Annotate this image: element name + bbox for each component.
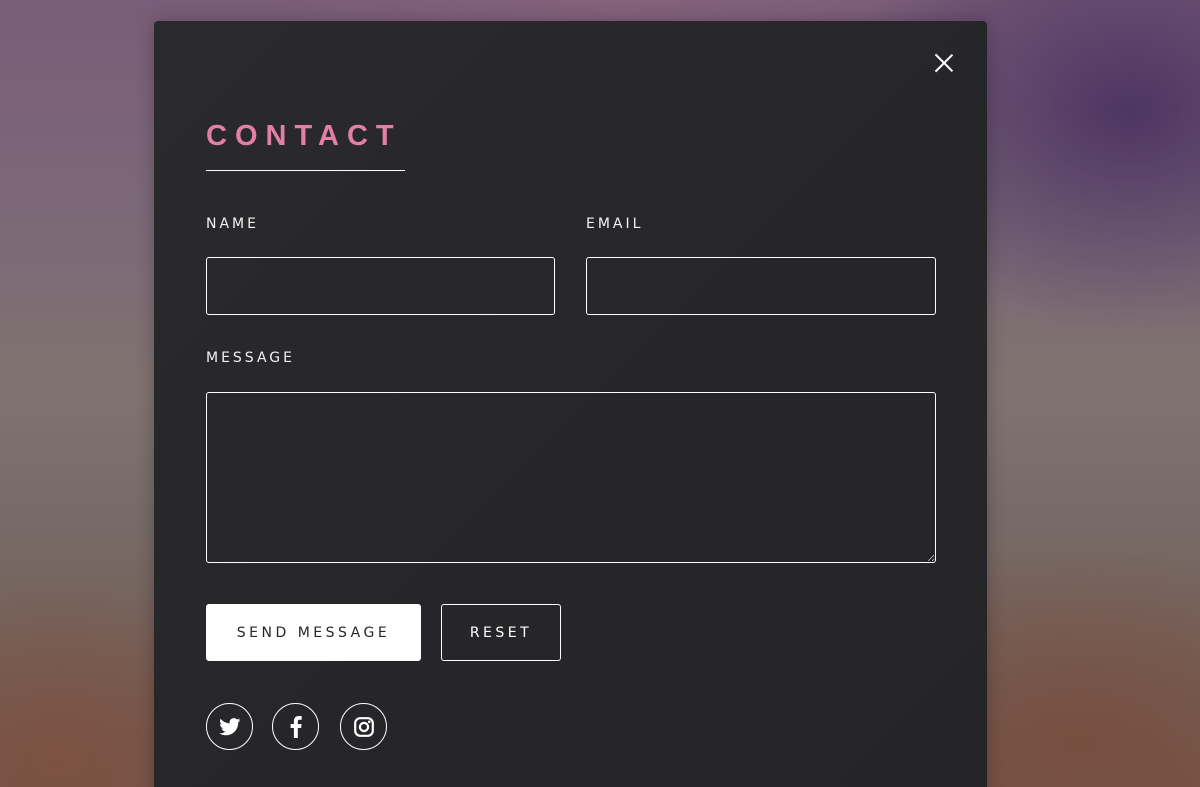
name-label: NAME <box>206 216 259 232</box>
page-title: CONTACT <box>206 120 402 152</box>
message-textarea[interactable] <box>206 392 936 563</box>
close-icon[interactable] <box>932 51 956 75</box>
facebook-link[interactable] <box>272 703 319 750</box>
reset-label: RESET <box>469 624 533 641</box>
title-underline <box>206 170 405 171</box>
reset-button[interactable]: RESET <box>441 604 561 661</box>
instagram-link[interactable] <box>340 703 387 750</box>
twitter-icon <box>218 717 240 735</box>
message-label: MESSAGE <box>206 350 295 366</box>
instagram-icon <box>353 716 374 737</box>
name-input[interactable] <box>206 257 555 315</box>
facebook-icon <box>290 715 302 738</box>
email-label: EMAIL <box>586 216 644 232</box>
send-message-button[interactable]: SEND MESSAGE <box>206 604 421 661</box>
twitter-link[interactable] <box>206 703 253 750</box>
contact-modal: CONTACT NAME EMAIL MESSAGE SEND MESSAGE … <box>154 21 987 787</box>
email-input[interactable] <box>586 257 936 315</box>
send-message-label: SEND MESSAGE <box>236 624 391 641</box>
